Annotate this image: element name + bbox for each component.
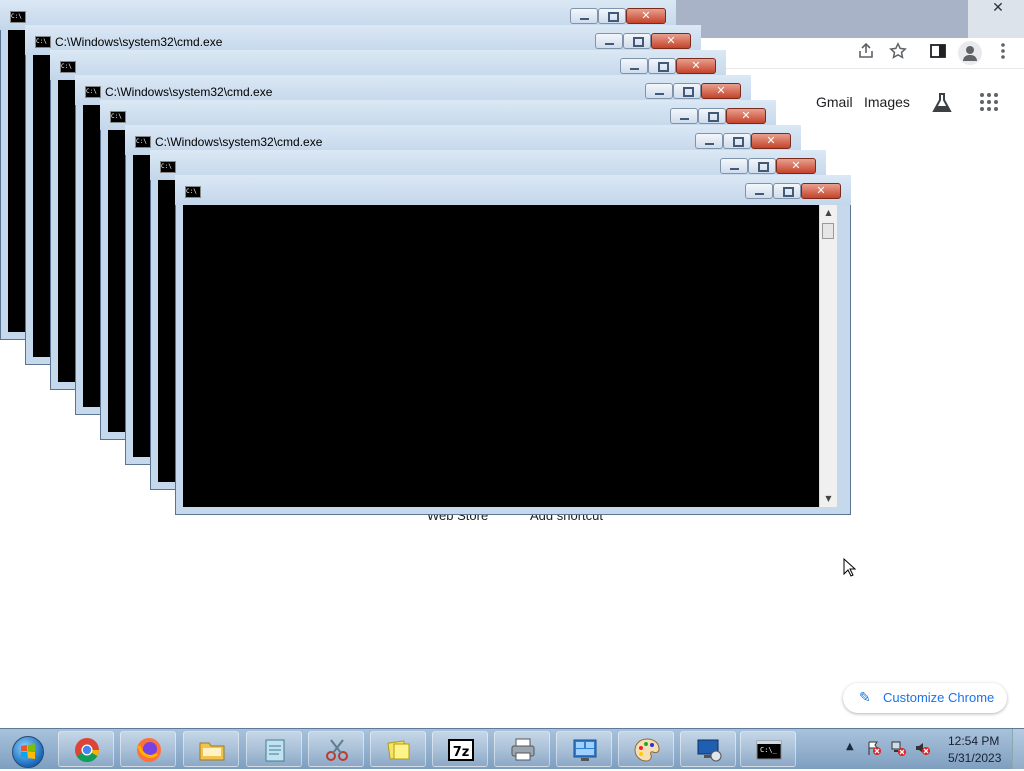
taskbar-button-file-explorer[interactable] (183, 731, 239, 767)
paint-icon (633, 736, 661, 764)
gmail-link[interactable]: Gmail (816, 94, 853, 110)
minimize-button[interactable] (720, 158, 748, 174)
taskbar-button-7-zip[interactable]: 7z (432, 731, 488, 767)
minimize-button[interactable] (570, 8, 598, 24)
chrome-icon (73, 736, 101, 764)
browser-close-button[interactable]: ✕ (982, 0, 1014, 16)
taskbar-button-sticky-notes[interactable] (370, 731, 426, 767)
maximize-button[interactable] (773, 183, 801, 199)
minimize-button[interactable] (645, 83, 673, 99)
maximize-button[interactable] (723, 133, 751, 149)
minimize-button[interactable] (695, 133, 723, 149)
taskbar-button-paint[interactable] (618, 731, 674, 767)
clock-date[interactable]: 5/31/2023 (948, 751, 1001, 765)
maximize-button[interactable] (648, 58, 676, 74)
volume-muted-icon[interactable] (914, 740, 930, 756)
maximize-button[interactable] (623, 33, 651, 49)
google-apps-icon[interactable] (980, 93, 1000, 113)
cmd-icon[interactable]: C:\ (35, 36, 51, 48)
close-button[interactable] (701, 83, 741, 99)
cmd-icon[interactable]: C:\ (10, 11, 26, 23)
close-button[interactable] (776, 158, 816, 174)
bookmark-star-icon[interactable] (887, 42, 909, 64)
console-output[interactable] (183, 205, 819, 507)
taskbar: 7z C:\_ ▲ 12:54 PM 5/31/2023 (0, 728, 1024, 769)
taskbar-button-snipping-tool[interactable] (308, 731, 364, 767)
chrome-menu-icon[interactable] (992, 42, 1014, 64)
taskbar-button-printer[interactable] (494, 731, 550, 767)
customize-chrome-label: Customize Chrome (883, 690, 995, 705)
side-panel-icon[interactable] (927, 42, 949, 64)
minimize-button[interactable] (745, 183, 773, 199)
cmd-icon[interactable]: C:\ (185, 186, 201, 198)
customize-chrome-button[interactable]: ✎ Customize Chrome (843, 683, 1007, 713)
svg-text:7z: 7z (453, 745, 470, 760)
close-button[interactable] (751, 133, 791, 149)
images-link[interactable]: Images (864, 94, 910, 110)
clock-time[interactable]: 12:54 PM (948, 734, 999, 748)
maximize-button[interactable] (598, 8, 626, 24)
cmd-icon[interactable]: C:\ (85, 86, 101, 98)
maximize-button[interactable] (748, 158, 776, 174)
labs-flask-icon[interactable] (930, 91, 954, 115)
show-hidden-icons-icon[interactable]: ▲ (846, 741, 854, 752)
window-title: C:\Windows\system32\cmd.exe (55, 35, 223, 49)
pencil-icon: ✎ (859, 689, 871, 705)
close-button[interactable] (726, 108, 766, 124)
vertical-scrollbar[interactable]: ▲▼ (819, 205, 837, 507)
close-button[interactable] (626, 8, 666, 24)
cmd-window[interactable]: C:\▲▼ (175, 175, 851, 515)
maximize-button[interactable] (673, 83, 701, 99)
taskbar-button-remote-desktop[interactable] (680, 731, 736, 767)
cmd-icon: C:\_ (755, 736, 783, 764)
firefox-icon (135, 736, 163, 764)
scroll-up-arrow-icon[interactable]: ▲ (820, 205, 837, 221)
cmd-icon[interactable]: C:\ (60, 61, 76, 73)
network-icon[interactable] (890, 740, 906, 756)
taskbar-button-firefox[interactable] (120, 731, 176, 767)
minimize-button[interactable] (620, 58, 648, 74)
scroll-thumb[interactable] (822, 223, 834, 239)
window-title: C:\Windows\system32\cmd.exe (105, 85, 273, 99)
sticky-notes-icon (385, 736, 413, 764)
share-icon[interactable] (855, 42, 877, 64)
window-title: C:\Windows\system32\cmd.exe (155, 135, 323, 149)
snipping-tool-icon (323, 736, 351, 764)
taskbar-button-control-panel[interactable] (556, 731, 612, 767)
profile-avatar-icon[interactable] (958, 41, 982, 65)
close-button[interactable] (676, 58, 716, 74)
printer-icon (509, 736, 537, 764)
notepad-icon (261, 736, 289, 764)
remote-desktop-icon (695, 736, 723, 764)
system-tray: ▲ 12:54 PM 5/31/2023 (840, 729, 1024, 769)
show-desktop-button[interactable] (1012, 729, 1024, 769)
minimize-button[interactable] (670, 108, 698, 124)
control-panel-icon (571, 736, 599, 764)
close-button[interactable] (801, 183, 841, 199)
scroll-down-arrow-icon[interactable]: ▼ (820, 491, 837, 507)
close-button[interactable] (651, 33, 691, 49)
action-center-flag-icon[interactable] (866, 740, 882, 756)
taskbar-button-notepad[interactable] (246, 731, 302, 767)
cmd-icon[interactable]: C:\ (160, 161, 176, 173)
start-button[interactable] (4, 731, 48, 769)
minimize-button[interactable] (595, 33, 623, 49)
7-zip-icon: 7z (447, 736, 475, 764)
cmd-icon[interactable]: C:\ (135, 136, 151, 148)
cmd-icon[interactable]: C:\ (110, 111, 126, 123)
mouse-cursor-icon (843, 557, 857, 578)
taskbar-button-cmd[interactable]: C:\_ (740, 731, 796, 767)
windows-logo-icon (12, 736, 44, 768)
taskbar-button-chrome[interactable] (58, 731, 114, 767)
file-explorer-icon (198, 736, 226, 764)
maximize-button[interactable] (698, 108, 726, 124)
browser-tabstrip (676, 0, 968, 38)
svg-text:C:\_: C:\_ (760, 746, 778, 754)
